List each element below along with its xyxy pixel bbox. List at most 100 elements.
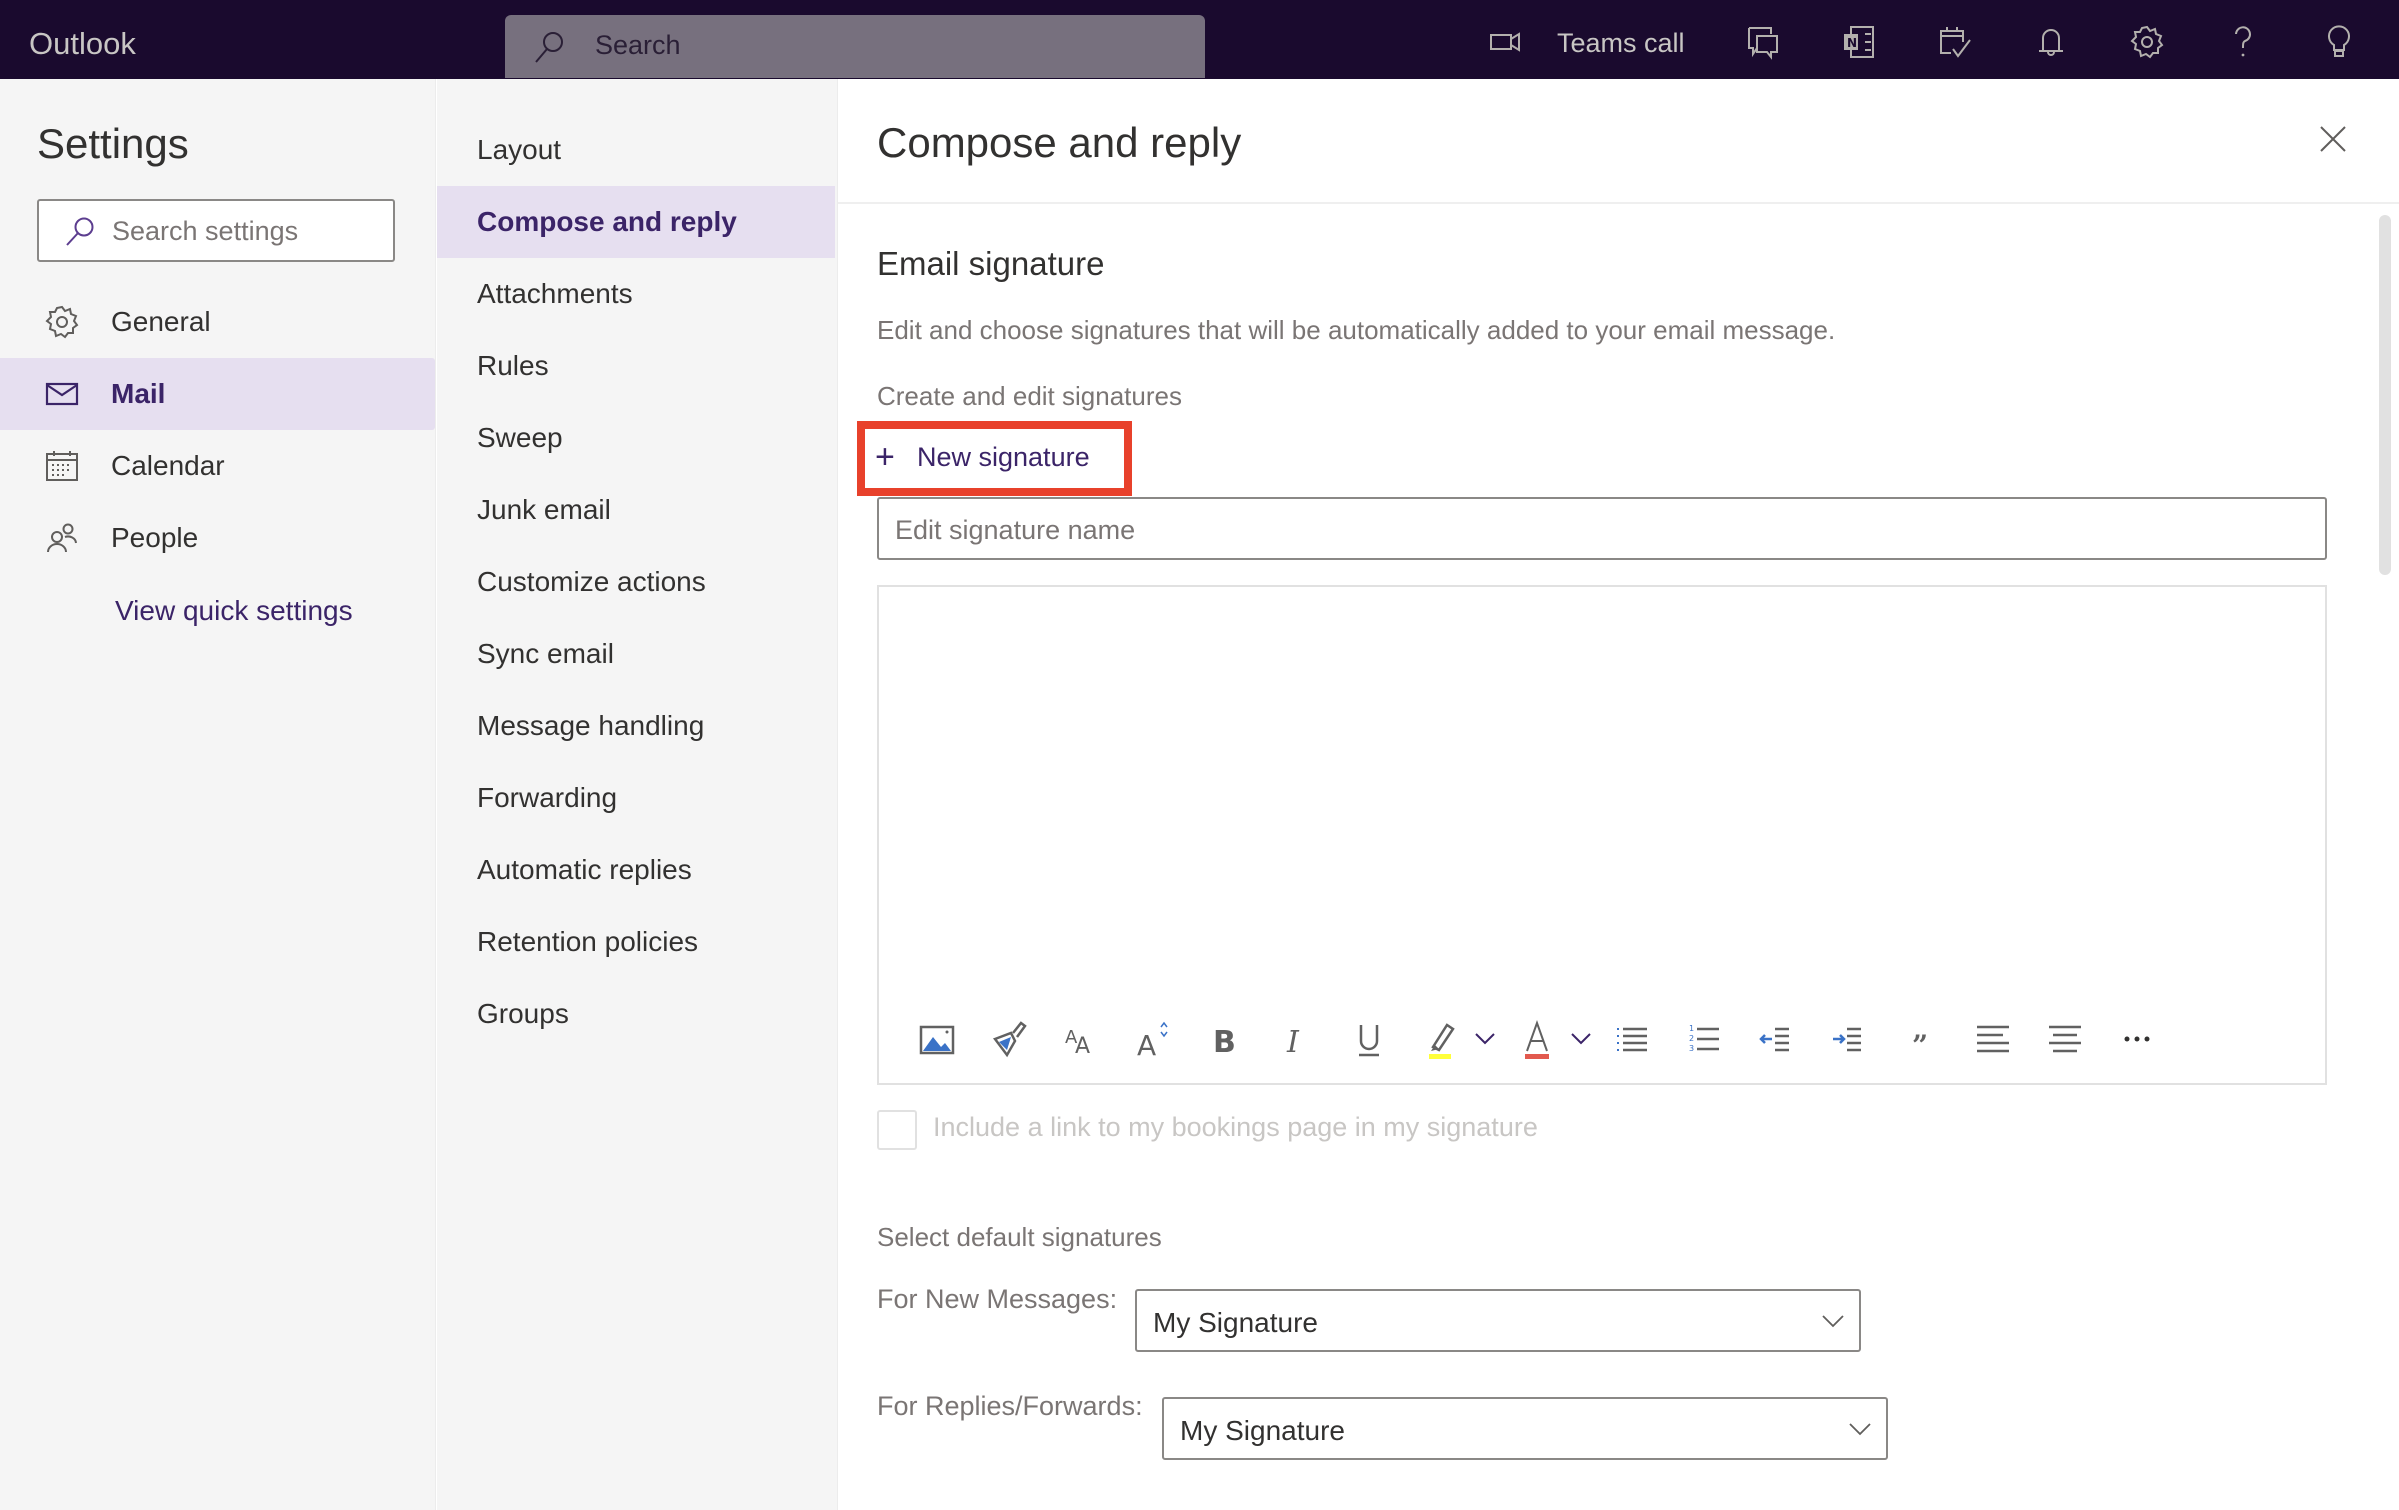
replies-forwards-dropdown[interactable]: My Signature — [1162, 1397, 1888, 1460]
mail-nav-label: Automatic replies — [477, 854, 692, 885]
mail-nav-sync-email[interactable]: Sync email — [437, 618, 835, 690]
font-icon[interactable]: AA — [1059, 1017, 1103, 1061]
align-center-icon[interactable] — [2043, 1017, 2087, 1061]
mail-nav-groups[interactable]: Groups — [437, 978, 835, 1050]
more-icon[interactable] — [2115, 1017, 2159, 1061]
teams-call-button[interactable]: Teams call — [1557, 28, 1685, 59]
settings-nav: Settings Search settings General Mail Ca… — [0, 79, 436, 1510]
signature-name-placeholder: Edit signature name — [895, 515, 1136, 545]
mail-nav-label: Groups — [477, 998, 569, 1029]
view-quick-settings-link[interactable]: View quick settings — [115, 595, 353, 627]
svg-text:1: 1 — [1689, 1024, 1694, 1033]
plus-icon: + — [875, 438, 895, 476]
italic-icon[interactable]: I — [1275, 1017, 1319, 1061]
mail-nav-message-handling[interactable]: Message handling — [437, 690, 835, 762]
mail-icon — [45, 382, 79, 406]
my-day-icon[interactable] — [1937, 24, 1973, 60]
settings-nav-label: Mail — [111, 378, 166, 409]
help-icon[interactable] — [2225, 24, 2261, 60]
top-bar: Outlook Search Teams call N — [0, 0, 2399, 79]
highlight-dropdown-icon[interactable] — [1463, 1017, 1495, 1061]
svg-text:B: B — [1213, 1025, 1236, 1060]
settings-nav-calendar[interactable]: Calendar — [0, 430, 435, 502]
mail-nav-label: Attachments — [477, 278, 633, 309]
replies-forwards-value: My Signature — [1180, 1415, 1345, 1446]
mail-nav-retention-policies[interactable]: Retention policies — [437, 906, 835, 978]
onenote-icon[interactable]: N — [1841, 24, 1877, 60]
mail-nav-customize-actions[interactable]: Customize actions — [437, 546, 835, 618]
svg-text:I: I — [1286, 1025, 1300, 1060]
mail-nav-layout[interactable]: Layout — [437, 114, 835, 186]
mail-nav-attachments[interactable]: Attachments — [437, 258, 835, 330]
mail-nav-automatic-replies[interactable]: Automatic replies — [437, 834, 835, 906]
page-title: Compose and reply — [877, 119, 1242, 166]
svg-text:”: ” — [1912, 1029, 1928, 1061]
font-color-dropdown-icon[interactable] — [1559, 1017, 1591, 1061]
format-painter-icon[interactable] — [987, 1017, 1031, 1061]
search-placeholder: Search — [595, 30, 681, 60]
new-messages-label: For New Messages: — [877, 1284, 1118, 1314]
mail-nav-junk-email[interactable]: Junk email — [437, 474, 835, 546]
settings-nav-people[interactable]: People — [0, 502, 435, 574]
new-signature-button[interactable]: + New signature — [857, 421, 1132, 496]
video-icon[interactable] — [1488, 24, 1524, 60]
new-messages-dropdown[interactable]: My Signature — [1135, 1289, 1861, 1352]
section-title: Email signature — [877, 245, 1105, 282]
compose-reply-panel: Compose and reply Email signature Edit a… — [838, 79, 2399, 1510]
mail-nav-label: Retention policies — [477, 926, 699, 957]
bookings-checkbox-label: Include a link to my bookings page in my… — [933, 1112, 1538, 1142]
chevron-down-icon — [1822, 1315, 1844, 1328]
align-left-icon[interactable] — [1971, 1017, 2015, 1061]
mail-nav-label: Compose and reply — [477, 206, 737, 237]
mail-nav-label: Rules — [477, 350, 549, 381]
mail-nav-rules[interactable]: Rules — [437, 330, 835, 402]
decrease-indent-icon[interactable] — [1755, 1017, 1799, 1061]
font-size-icon[interactable]: A — [1131, 1017, 1175, 1062]
chat-icon[interactable] — [1745, 24, 1781, 60]
default-signatures-label: Select default signatures — [877, 1222, 1162, 1252]
replies-forwards-label: For Replies/Forwards: — [877, 1391, 1143, 1421]
calendar-icon — [46, 451, 78, 481]
svg-text:A: A — [1075, 1034, 1090, 1059]
mail-nav-compose-and-reply[interactable]: Compose and reply — [437, 186, 835, 258]
signature-name-input[interactable]: Edit signature name — [877, 497, 2327, 560]
chevron-down-icon — [1849, 1423, 1871, 1436]
scrollbar[interactable] — [2379, 215, 2391, 575]
quote-icon[interactable]: ” — [1899, 1017, 1943, 1062]
increase-indent-icon[interactable] — [1827, 1017, 1871, 1061]
search-settings-input[interactable]: Search settings — [37, 199, 395, 262]
lightbulb-icon[interactable] — [2321, 24, 2357, 60]
mail-nav-label: Customize actions — [477, 566, 706, 597]
mail-nav-sweep[interactable]: Sweep — [437, 402, 835, 474]
gear-icon — [45, 305, 79, 339]
settings-title: Settings — [37, 120, 189, 167]
bold-icon[interactable]: B — [1203, 1017, 1247, 1061]
mail-nav-forwarding[interactable]: Forwarding — [437, 762, 835, 834]
new-messages-value: My Signature — [1153, 1307, 1318, 1338]
create-edit-label: Create and edit signatures — [877, 381, 1182, 411]
mail-nav-label: Layout — [477, 134, 562, 165]
svg-text:2: 2 — [1689, 1034, 1694, 1043]
signature-editor[interactable]: AA A B I 123 ” — [877, 585, 2327, 1085]
section-description: Edit and choose signatures that will be … — [877, 315, 1836, 345]
new-signature-label: New signature — [917, 442, 1090, 472]
app-brand[interactable]: Outlook — [29, 26, 136, 62]
insert-picture-icon[interactable] — [915, 1017, 959, 1061]
highlight-icon[interactable] — [1419, 1017, 1463, 1061]
bell-icon[interactable] — [2033, 24, 2069, 60]
bullets-icon[interactable] — [1611, 1017, 1655, 1061]
close-icon[interactable] — [2318, 124, 2348, 154]
gear-icon[interactable] — [2129, 24, 2165, 60]
svg-text:A: A — [1137, 1029, 1156, 1061]
underline-icon[interactable] — [1347, 1017, 1391, 1061]
settings-nav-mail[interactable]: Mail — [0, 358, 435, 430]
numbering-icon[interactable]: 123 — [1683, 1017, 1727, 1061]
global-search-input[interactable]: Search — [505, 15, 1205, 78]
header-divider — [838, 202, 2399, 204]
search-settings-placeholder: Search settings — [112, 216, 299, 246]
font-color-icon[interactable] — [1515, 1017, 1559, 1061]
mail-nav-label: Sync email — [477, 638, 614, 669]
settings-nav-general[interactable]: General — [0, 286, 435, 358]
bookings-checkbox[interactable] — [877, 1110, 917, 1150]
svg-text:3: 3 — [1689, 1044, 1694, 1053]
